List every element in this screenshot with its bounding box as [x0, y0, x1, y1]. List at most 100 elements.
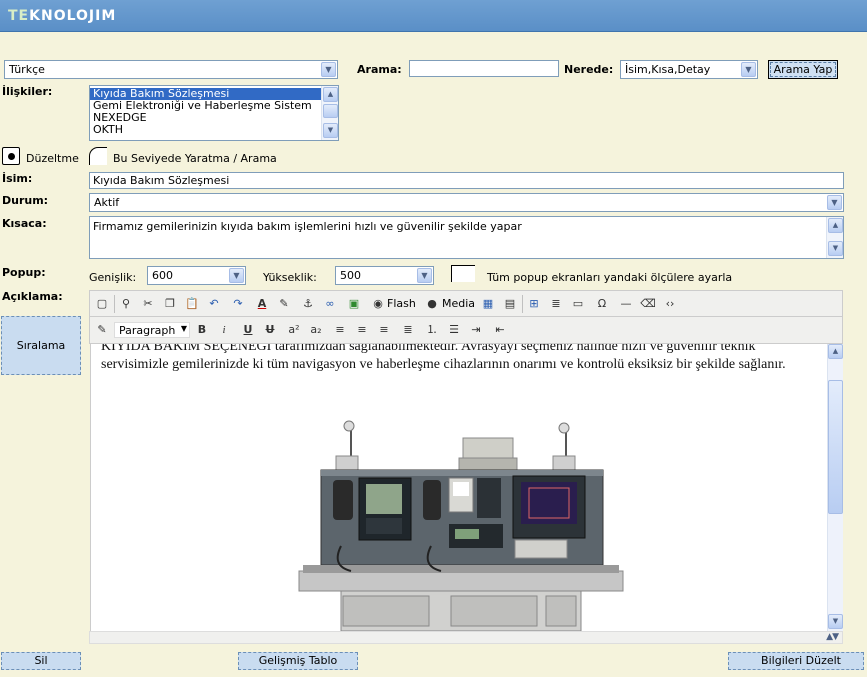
- create-label: Bu Seviyede Yaratma / Arama: [113, 152, 277, 165]
- align-left-icon[interactable]: ≡: [332, 322, 348, 338]
- list-item[interactable]: OKTH: [90, 124, 338, 136]
- bold-icon[interactable]: B: [194, 322, 210, 338]
- pagebreak-icon[interactable]: ≣: [548, 296, 564, 312]
- chevron-down-icon: ▼: [827, 195, 842, 210]
- height-value: 500: [340, 269, 361, 282]
- sort-button[interactable]: Sıralama: [1, 316, 81, 375]
- code-icon[interactable]: ‹›: [662, 296, 678, 312]
- editor-line-2: servisimizle gemilerinizde ki tüm naviga…: [101, 357, 786, 372]
- flash-label[interactable]: Flash: [387, 297, 416, 310]
- text-color-icon[interactable]: A: [254, 296, 270, 312]
- relations-listbox[interactable]: Kıyıda Bakım Sözleşmesi Gemi Elektroniği…: [89, 85, 339, 141]
- strikethrough-icon[interactable]: U: [262, 322, 278, 338]
- unordered-list-icon[interactable]: ☰: [446, 322, 462, 338]
- highlight-icon[interactable]: ✎: [276, 296, 292, 312]
- flash-icon[interactable]: ◉: [370, 296, 386, 312]
- chevron-down-icon[interactable]: ▼: [828, 241, 843, 256]
- height-select[interactable]: 500 ▼: [335, 266, 434, 285]
- subscript-icon[interactable]: a₂: [308, 322, 324, 338]
- short-textarea[interactable]: Firmamız gemilerinizin kıyıda bakım işle…: [89, 216, 844, 259]
- chevron-up-icon[interactable]: ▲: [323, 87, 338, 102]
- name-input[interactable]: Kıyıda Bakım Sözleşmesi: [89, 172, 844, 189]
- chevron-down-icon[interactable]: ▼: [323, 123, 338, 138]
- width-select[interactable]: 600 ▼: [147, 266, 246, 285]
- editor-scrollbar[interactable]: ▲ ▼: [827, 344, 843, 631]
- undo-icon[interactable]: ↶: [206, 296, 222, 312]
- delete-button[interactable]: Sil: [1, 652, 81, 670]
- paste-icon[interactable]: 📋: [184, 296, 200, 312]
- chevron-down-icon: ▼: [229, 268, 244, 283]
- special-char-icon[interactable]: Ω: [594, 296, 610, 312]
- editor-toolbar-2: ✎ Paragraph ▼ B i U U a² a₂ ≡ ≡ ≡ ≣ ⒈ ☰ …: [89, 317, 843, 344]
- link-icon[interactable]: ∞: [322, 296, 338, 312]
- toolbar-separator: [114, 295, 115, 313]
- chevron-up-icon[interactable]: ▲: [828, 344, 843, 359]
- status-value: Aktif: [94, 196, 120, 209]
- underline-icon[interactable]: U: [240, 322, 256, 338]
- table-icon[interactable]: ▦: [480, 296, 496, 312]
- edit-radio[interactable]: [2, 147, 20, 165]
- search-label: Arama:: [357, 63, 402, 76]
- indent-icon[interactable]: ⇥: [468, 322, 484, 338]
- align-center-icon[interactable]: ≡: [354, 322, 370, 338]
- search-button[interactable]: Arama Yap: [768, 60, 838, 79]
- align-justify-icon[interactable]: ≣: [400, 322, 416, 338]
- popup-label: Popup:: [2, 266, 46, 279]
- editor-scroll-thumb[interactable]: [828, 380, 843, 514]
- relations-scrollbar[interactable]: ▲ ▼: [321, 86, 338, 140]
- media-label[interactable]: Media: [442, 297, 475, 310]
- where-value: İsim,Kısa,Detay: [625, 63, 711, 76]
- horizontal-rule-icon[interactable]: —: [618, 296, 634, 312]
- media-icon[interactable]: ●: [424, 296, 440, 312]
- where-select[interactable]: İsim,Kısa,Detay ▼: [620, 60, 758, 79]
- list-item[interactable]: NEXEDGE: [90, 112, 338, 124]
- short-scrollbar[interactable]: ▲ ▼: [826, 217, 843, 258]
- grid-icon[interactable]: ⊞: [526, 296, 542, 312]
- find-icon[interactable]: ⚲: [118, 296, 134, 312]
- edit-label: Düzeltme: [26, 152, 79, 165]
- description-label: Açıklama:: [2, 290, 63, 303]
- advanced-table-button[interactable]: Gelişmiş Tablo: [238, 652, 358, 670]
- image-icon[interactable]: ▣: [346, 296, 362, 312]
- ordered-list-icon[interactable]: ⒈: [424, 322, 440, 338]
- chevron-down-icon: ▼: [417, 268, 432, 283]
- style-icon[interactable]: ✎: [94, 322, 110, 338]
- language-value: Türkçe: [9, 63, 45, 76]
- copy-icon[interactable]: ❐: [162, 296, 178, 312]
- editor-content[interactable]: KIYIDA BAKIM SEÇENEĞİ tarafımızdan sağla…: [90, 344, 827, 631]
- relations-label: İlişkiler:: [2, 85, 53, 98]
- console-image: [298, 420, 624, 631]
- chevron-up-icon[interactable]: ▲: [828, 218, 843, 233]
- toolbar-separator: [522, 295, 523, 313]
- align-right-icon[interactable]: ≡: [376, 322, 392, 338]
- language-select[interactable]: Türkçe ▼: [4, 60, 338, 79]
- anchor-icon[interactable]: ⚓: [300, 296, 316, 312]
- status-select[interactable]: Aktif ▼: [89, 193, 844, 212]
- name-label: İsim:: [2, 172, 33, 185]
- radio-dot: [8, 153, 15, 160]
- logo: TEKNOLOJIM: [8, 8, 117, 24]
- create-radio[interactable]: [89, 147, 107, 165]
- superscript-icon[interactable]: a²: [286, 322, 302, 338]
- editor-toolbar-1: ▢ ⚲ ✂ ❐ 📋 ↶ ↷ A ✎ ⚓ ∞ ▣ ◉ Flash ● Media …: [89, 290, 843, 317]
- width-value: 600: [152, 269, 173, 282]
- italic-icon[interactable]: i: [216, 322, 232, 338]
- short-label: Kısaca:: [2, 217, 47, 230]
- format-select[interactable]: Paragraph ▼: [114, 322, 190, 338]
- editor-line-1: KIYIDA BAKIM SEÇENEĞİ tarafımızdan sağla…: [101, 344, 756, 354]
- all-popups-checkbox[interactable]: [451, 265, 475, 282]
- search-input[interactable]: [409, 60, 559, 77]
- update-button[interactable]: Bilgileri Düzelt: [728, 652, 864, 670]
- cut-icon[interactable]: ✂: [140, 296, 156, 312]
- chevron-down-icon[interactable]: ▼: [828, 614, 843, 629]
- fullscreen-icon[interactable]: ▢: [94, 296, 110, 312]
- editor-paragraph: KIYIDA BAKIM SEÇENEĞİ tarafımızdan sağla…: [91, 344, 827, 374]
- redo-icon[interactable]: ↷: [230, 296, 246, 312]
- outdent-icon[interactable]: ⇤: [492, 322, 508, 338]
- eraser-icon[interactable]: ⌫: [640, 296, 656, 312]
- app-header: TEKNOLOJIM: [0, 0, 867, 32]
- table-edit-icon[interactable]: ▤: [502, 296, 518, 312]
- scroll-thumb[interactable]: [323, 104, 338, 118]
- all-popups-label: Tüm popup ekranları yandaki ölçülere aya…: [487, 271, 733, 284]
- resize-icon[interactable]: ▲▼: [826, 632, 839, 642]
